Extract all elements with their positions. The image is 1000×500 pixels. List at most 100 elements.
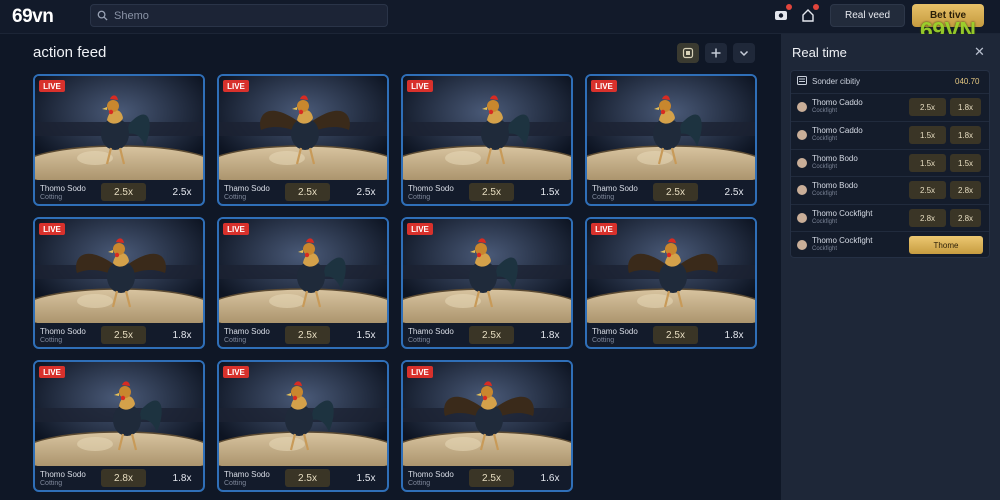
match-category: Cotting [408,194,431,201]
close-icon[interactable]: ✕ [974,44,985,60]
odds-button-primary[interactable]: 2.5x [101,326,146,344]
odds-button-primary[interactable]: 2.5x [469,326,514,344]
odds-button-primary[interactable]: 2.5x [285,326,330,344]
odds-button-secondary[interactable]: 2.8x [950,181,981,199]
realtime-row-name: Thomo Bodo [812,154,858,163]
live-badge: LIVE [223,223,249,235]
realtime-row-category: Cockfight [812,246,838,252]
search-box[interactable] [90,4,388,27]
live-badge: LIVE [591,223,617,235]
odds-button-secondary[interactable]: 1.5x [950,154,981,172]
notification-dot [786,4,792,10]
stream-card[interactable]: LIVE Thamo Sodo Cotting 2.5x 1.8x [401,217,573,349]
realtime-row-name: Thomo Caddo [812,126,863,135]
odds-button-secondary[interactable]: 1.8x [165,326,199,344]
match-category: Cotting [408,337,431,344]
stream-card[interactable]: LIVE Thamo Sodo Cotting 2.5x 2.5x [585,74,757,206]
real-feed-button[interactable]: Real veed [830,4,905,27]
stream-card[interactable]: LIVE Thamo Sodo Cotting 2.5x 1.5x [217,217,389,349]
stream-card[interactable]: LIVE Thomo Sodo Cotting 2.5x 2.5x [33,74,205,206]
home-icon[interactable] [800,4,819,23]
realtime-row[interactable]: Thomo Bodo Cockfight 1.5x 1.5x [791,149,989,176]
odds-button-secondary[interactable]: 1.8x [950,98,981,116]
match-category: Cotting [592,337,615,344]
top-bar: 69vn Real veed Bet tive [0,0,1000,34]
realtime-row[interactable]: Thomo Caddo Cockfight 1.5x 1.8x [791,121,989,148]
odds-button-secondary[interactable]: 1.8x [165,469,199,487]
odds-button-primary[interactable]: 2.5x [653,183,698,201]
video-icon[interactable] [773,4,792,23]
avatar [797,240,807,250]
stream-card[interactable]: LIVE Thomo Sodo Cotting 2.5x 1.6x [401,360,573,492]
odds-button-primary[interactable]: 1.5x [909,154,946,172]
realtime-row-category: Cockfight [812,136,838,142]
match-name: Thomo Sodo [40,184,86,193]
odds-button-primary[interactable]: 1.5x [909,126,946,144]
odds-button-secondary[interactable]: 1.8x [950,126,981,144]
realtime-row[interactable]: Thomo Bodo Cockfight 2.5x 2.8x [791,176,989,203]
odds-button-secondary[interactable]: 1.8x [717,326,751,344]
odds-button-primary[interactable]: 2.5x [469,183,514,201]
odds-button-primary[interactable]: 2.5x [653,326,698,344]
realtime-row[interactable]: Thomo Cockfight Cockfight Thome [791,231,989,258]
odds-button-secondary[interactable]: 1.8x [533,326,567,344]
realtime-row[interactable]: Thomo Cockfight Cockfight 2.8x 2.8x [791,204,989,231]
realtime-row[interactable]: Thomo Caddo Cockfight 2.5x 1.8x [791,93,989,120]
odds-button-primary[interactable]: 2.5x [285,469,330,487]
realtime-row-category: Cockfight [812,108,838,114]
match-category: Cotting [40,480,63,487]
stream-card[interactable]: LIVE Thamo Sodo Cotting 2.5x 1.5x [217,360,389,492]
realtime-row-category: Cockfight [812,191,838,197]
live-badge: LIVE [223,366,249,378]
odds-button-primary[interactable]: 2.5x [909,181,946,199]
match-category: Cotting [40,194,63,201]
list-icon [797,76,807,87]
odds-button-secondary[interactable]: 1.6x [533,469,567,487]
avatar [797,130,807,140]
stream-card[interactable]: LIVE Thamo Sodo Cotting 2.5x 2.5x [217,74,389,206]
stream-card[interactable]: LIVE Thomo Sodo Cotting 2.5x 1.8x [33,217,205,349]
odds-button-secondary[interactable]: 1.5x [349,326,383,344]
match-name: Thamo Sodo [224,327,270,336]
odds-button-secondary[interactable]: 2.5x [717,183,751,201]
realtime-title: Real time [792,45,847,60]
stream-card[interactable]: LIVE Thomo Sodo Cotting 2.8x 1.8x [33,360,205,492]
add-icon[interactable] [705,43,727,63]
stream-card[interactable]: LIVE Thamo Sodo Cotting 2.5x 1.8x [585,217,757,349]
realtime-row-name: Thomo Bodo [812,181,858,190]
realtime-row-name: Thomo Cockfight [812,209,873,218]
avatar [797,213,807,223]
odds-button-primary[interactable]: 2.5x [909,98,946,116]
odds-button-primary[interactable]: 2.5x [285,183,330,201]
odds-button-primary[interactable]: 2.5x [469,469,514,487]
realtime-row-name: Thomo Cockfight [812,236,873,245]
match-category: Cotting [224,480,247,487]
realtime-row-name: Thomo Caddo [812,98,863,107]
avatar [797,102,807,112]
match-category: Cotting [224,337,247,344]
live-badge: LIVE [591,80,617,92]
avatar [797,185,807,195]
live-badge: LIVE [39,223,65,235]
live-badge: LIVE [39,80,65,92]
odds-button-primary[interactable]: 2.8x [909,209,946,227]
stream-card[interactable]: LIVE Thomo Sodo Cotting 2.5x 1.5x [401,74,573,206]
live-badge: LIVE [39,366,65,378]
odds-button-secondary[interactable]: 1.5x [349,469,383,487]
match-category: Cotting [224,194,247,201]
live-badge: LIVE [407,80,433,92]
search-input[interactable] [114,9,374,22]
odds-button-primary[interactable]: 2.5x [101,183,146,201]
odds-button-primary[interactable]: 2.8x [101,469,146,487]
realtime-row-category: Cockfight [812,164,838,170]
odds-button-secondary[interactable]: 2.5x [349,183,383,201]
match-name: Thamo Sodo [592,327,638,336]
match-name: Thomo Sodo [40,327,86,336]
odds-button-secondary[interactable]: 2.5x [165,183,199,201]
odds-button-secondary[interactable]: 2.8x [950,209,981,227]
chevron-down-icon[interactable] [733,43,755,63]
theme-button[interactable]: Thome [909,236,983,254]
grid-view-icon[interactable] [677,43,699,63]
page-title: action feed [33,44,107,61]
odds-button-secondary[interactable]: 1.5x [533,183,567,201]
